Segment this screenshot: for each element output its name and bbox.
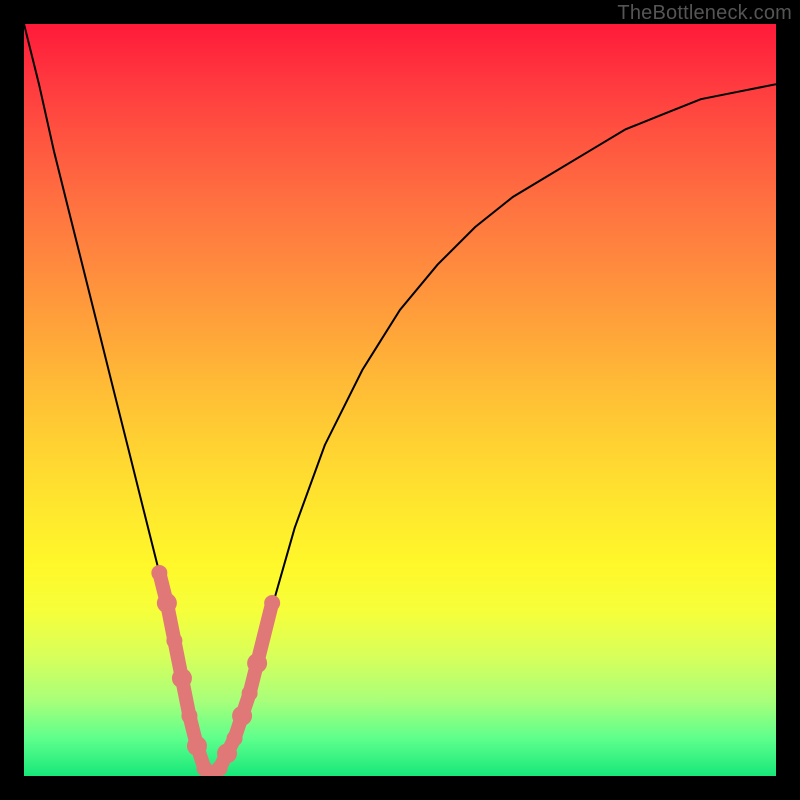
marker-dot [187, 736, 207, 756]
marker-dot [242, 685, 258, 701]
chart-svg [24, 24, 776, 776]
marker-dot [217, 743, 237, 763]
marker-dot [232, 706, 252, 726]
marker-dot [181, 708, 197, 724]
watermark-text: TheBottleneck.com [617, 2, 792, 25]
marker-dot [247, 653, 267, 673]
highlight-markers [151, 565, 280, 776]
marker-dot [157, 593, 177, 613]
marker-dot [227, 730, 243, 746]
marker-dot [166, 633, 182, 649]
marker-dot [172, 668, 192, 688]
marker-dot [151, 565, 167, 581]
bottleneck-curve [24, 24, 776, 776]
chart-frame [24, 24, 776, 776]
marker-dot [264, 595, 280, 611]
